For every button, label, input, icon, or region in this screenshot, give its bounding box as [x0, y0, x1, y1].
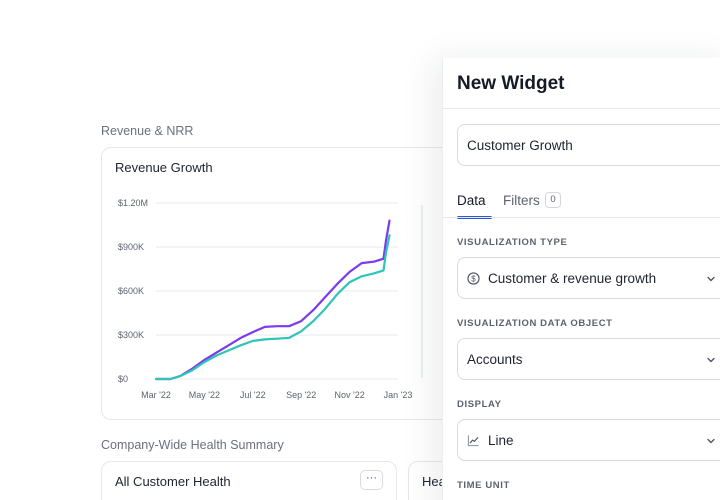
y-tick-label: $300K	[118, 330, 144, 340]
x-tick-label: Mar '22	[141, 390, 171, 400]
dollar-circle-icon: $	[467, 272, 480, 285]
tab-filters[interactable]: Filters	[503, 193, 540, 208]
viz-object-label: VISUALIZATION DATA OBJECT	[457, 318, 613, 329]
new-widget-panel: New Widget Data Filters 0 VISUALIZATION …	[442, 58, 720, 500]
revenue-section-label: Revenue & NRR	[101, 124, 194, 138]
viz-object-value: Accounts	[467, 352, 523, 367]
y-tick-label: $1.20M	[118, 198, 148, 208]
viz-type-value: Customer & revenue growth	[488, 271, 657, 286]
x-tick-label: Sep '22	[286, 390, 316, 400]
y-tick-label: $600K	[118, 286, 144, 296]
filters-count-badge: 0	[545, 192, 561, 208]
display-label: DISPLAY	[457, 399, 502, 410]
svg-text:$: $	[471, 274, 476, 283]
all-customer-health-card: All Customer Health ···	[101, 461, 397, 500]
viz-type-label: VISUALIZATION TYPE	[457, 237, 568, 248]
tab-data[interactable]: Data	[457, 193, 486, 208]
viz-object-select[interactable]: Accounts	[457, 338, 720, 380]
health-section-label: Company-Wide Health Summary	[101, 438, 284, 452]
chevron-down-icon	[707, 276, 715, 282]
series-line-1	[154, 219, 391, 381]
display-value: Line	[488, 433, 514, 448]
health-card-title: All Customer Health	[115, 474, 231, 489]
panel-title: New Widget	[457, 73, 565, 94]
display-select[interactable]: Line	[457, 419, 720, 461]
y-tick-label: $900K	[118, 242, 144, 252]
chevron-down-icon	[707, 357, 715, 363]
more-options-button[interactable]: ···	[360, 470, 383, 490]
revenue-growth-card: Revenue Growth $0 $300K $600K $900K $1.20M Ma…	[101, 147, 461, 420]
viz-type-select[interactable]: $ Customer & revenue growth	[457, 257, 720, 299]
revenue-growth-chart: $0 $300K $600K $900K $1.20M Mar '22 May '22 Jul…	[118, 198, 423, 400]
series-line-2	[154, 234, 391, 381]
x-tick-label: Nov '22	[334, 390, 364, 400]
x-tick-label: Jan '23	[384, 390, 413, 400]
x-tick-label: Jul '22	[240, 390, 266, 400]
widget-name-input[interactable]	[457, 124, 720, 166]
line-chart-icon	[467, 435, 479, 447]
x-tick-label: May '22	[189, 390, 220, 400]
panel-divider	[443, 108, 720, 109]
chevron-down-icon	[707, 438, 715, 444]
time-unit-label: TIME UNIT	[457, 480, 510, 491]
tabs-divider	[443, 217, 720, 218]
y-tick-label: $0	[118, 374, 128, 384]
